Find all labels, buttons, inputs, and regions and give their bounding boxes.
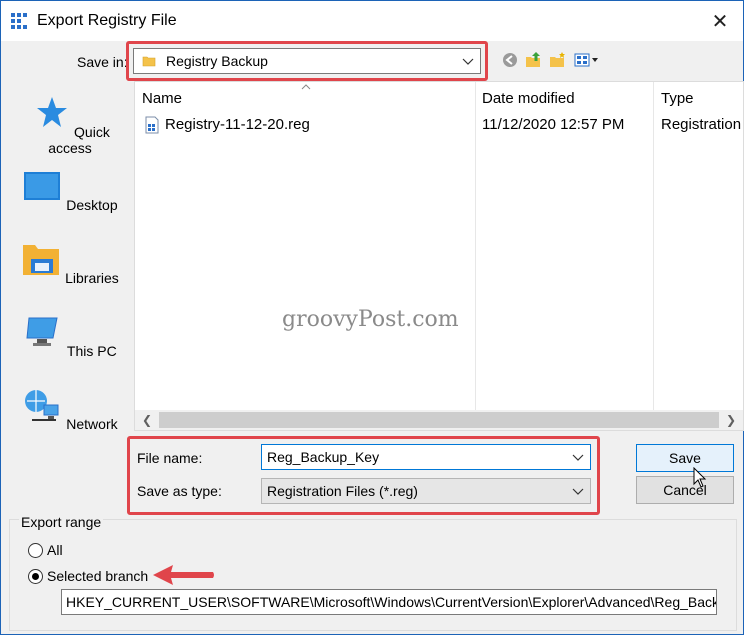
radio-all[interactable]: All <box>28 542 63 558</box>
file-list[interactable]: Name Date modified Type Registry-11-12-2… <box>134 81 744 431</box>
place-libraries[interactable]: Libraries <box>11 239 129 286</box>
navigation-toolbar <box>501 51 601 69</box>
back-arrow-icon <box>503 53 517 67</box>
cancel-button[interactable]: Cancel <box>636 476 734 504</box>
selected-branch-input[interactable]: HKEY_CURRENT_USER\SOFTWARE\Microsoft\Win… <box>61 589 717 615</box>
radio-label: Selected branch <box>47 568 149 584</box>
window-title: Export Registry File <box>37 12 177 29</box>
file-type-cell: Registration <box>661 116 741 133</box>
save-in-label: Save in: <box>77 54 128 70</box>
network-icon <box>25 390 59 421</box>
place-quick-access[interactable]: Quick access <box>11 93 129 156</box>
file-date-cell: 11/12/2020 12:57 PM <box>482 116 625 133</box>
file-row[interactable]: Registry-11-12-20.reg 11/12/2020 12:57 P… <box>135 114 743 136</box>
place-label: Libraries <box>65 270 119 286</box>
new-folder-icon <box>550 52 565 67</box>
place-label: Desktop <box>66 197 118 213</box>
column-header-date-modified[interactable]: Date modified <box>482 90 575 107</box>
place-network[interactable]: Network <box>11 385 129 432</box>
horizontal-scrollbar[interactable]: ❮ ❯ <box>135 410 743 430</box>
file-name-cell: Registry-11-12-20.reg <box>165 116 310 133</box>
place-label: This PC <box>66 343 117 359</box>
title-bar: Export Registry File ✕ <box>1 1 743 41</box>
export-registry-dialog: Export Registry File ✕ Save in: Registry… <box>0 0 744 635</box>
chevron-right-icon: ❯ <box>725 413 737 427</box>
radio-button-selected-icon <box>28 568 43 584</box>
save-button[interactable]: Save <box>636 444 734 472</box>
mouse-cursor-icon <box>693 467 707 488</box>
column-header-name[interactable]: Name <box>142 90 182 107</box>
red-arrow-icon <box>153 565 214 585</box>
close-icon: ✕ <box>711 10 729 33</box>
registry-editor-icon <box>11 13 27 29</box>
close-button[interactable]: ✕ <box>697 1 743 41</box>
scroll-left-button[interactable]: ❮ <box>137 410 157 430</box>
star-icon <box>37 97 68 127</box>
place-label: Network <box>66 416 118 432</box>
watermark: groovyPost.com <box>282 307 459 332</box>
up-folder-icon <box>526 52 540 67</box>
column-header-type[interactable]: Type <box>661 90 694 107</box>
export-range-title: Export range <box>19 514 104 530</box>
save-in-highlight <box>126 41 488 81</box>
scrollbar-thumb[interactable] <box>159 412 719 428</box>
radio-label: All <box>47 542 63 558</box>
sort-caret-icon <box>301 84 311 90</box>
back-button[interactable] <box>501 51 519 69</box>
computer-icon <box>26 317 58 346</box>
up-folder-button[interactable] <box>525 51 543 69</box>
reg-file-icon <box>145 116 159 134</box>
filename-highlight <box>127 436 600 515</box>
places-bar: Quick access Desktop Libraries This PC N… <box>11 81 129 501</box>
view-menu-button[interactable] <box>573 51 601 69</box>
view-menu-icon <box>574 53 598 67</box>
selected-branch-value: HKEY_CURRENT_USER\SOFTWARE\Microsoft\Win… <box>66 594 716 610</box>
chevron-left-icon: ❮ <box>141 413 153 427</box>
place-desktop[interactable]: Desktop <box>11 166 129 213</box>
radio-button-icon <box>28 542 43 558</box>
radio-selected-branch[interactable]: Selected branch <box>28 568 148 584</box>
new-folder-button[interactable] <box>549 51 567 69</box>
place-this-pc[interactable]: This PC <box>11 312 129 359</box>
scroll-right-button[interactable]: ❯ <box>721 410 741 430</box>
libraries-icon <box>23 245 60 275</box>
desktop-icon <box>24 172 61 200</box>
